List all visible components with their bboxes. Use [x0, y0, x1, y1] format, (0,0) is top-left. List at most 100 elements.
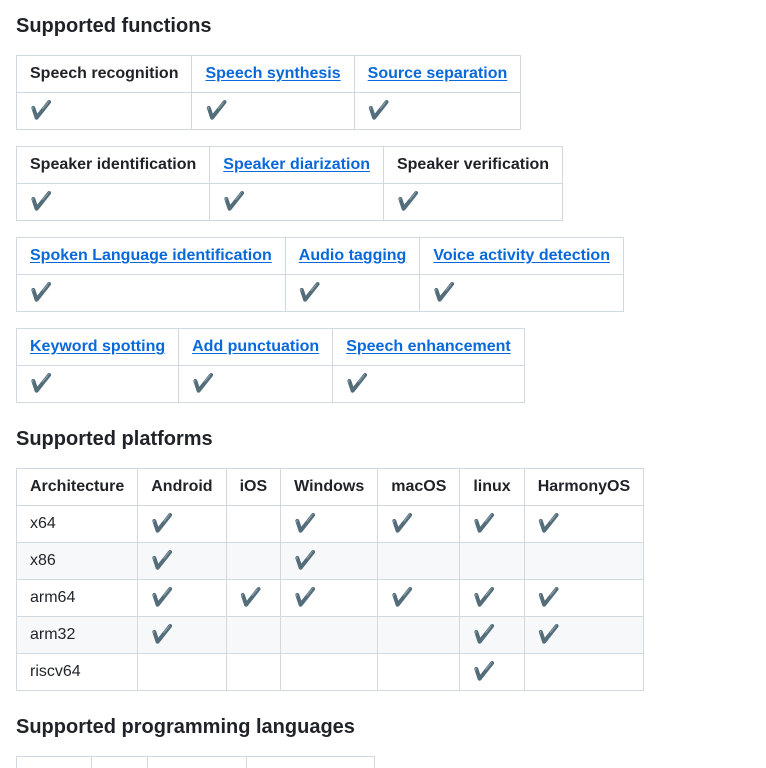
checkmark-icon: ✔️	[537, 623, 561, 645]
support-cell: ✔️	[459, 616, 525, 654]
support-cell	[459, 542, 525, 580]
checkmark-icon: ✔️	[239, 586, 262, 608]
support-cell: ✔️	[377, 579, 461, 617]
support-cell: ✔️	[280, 542, 379, 580]
functions-header-row: Speech recognition Speech synthesis Source…	[15, 55, 522, 93]
link-voice-activity-detection[interactable]: Voice activity detection	[433, 247, 610, 264]
architecture-cell: arm64	[15, 579, 139, 617]
table-row: x86 ✔️ ✔️	[15, 542, 645, 580]
platform-header-windows: Windows	[280, 468, 379, 506]
checkmark-icon: ✔️	[396, 190, 420, 212]
languages-table-divider	[91, 757, 92, 768]
platform-header-ios: iOS	[225, 468, 282, 506]
platform-header-android: Android	[137, 468, 227, 506]
functions-support-row: ✔️ ✔️ ✔️	[15, 183, 564, 221]
support-cell: ✔️	[209, 183, 384, 221]
platforms-header-row: Architecture Android iOS Windows macOS linux H…	[15, 468, 645, 506]
checkmark-icon: ✔️	[346, 372, 369, 394]
support-cell: ✔️	[15, 92, 193, 130]
functions-support-row: ✔️ ✔️ ✔️	[16, 274, 624, 312]
checkmark-icon: ✔️	[473, 660, 496, 682]
support-cell: ✔️	[15, 365, 180, 403]
function-header-voice-activity-detection[interactable]: Voice activity detection	[419, 237, 624, 275]
checkmark-icon: ✔️	[473, 512, 496, 534]
function-header-speaker-diarization[interactable]: Speaker diarization	[209, 146, 384, 184]
checkmark-icon: ✔️	[151, 623, 174, 645]
support-cell: ✔️	[284, 274, 421, 312]
table-row: riscv64 ✔️	[15, 653, 645, 691]
checkmark-icon: ✔️	[151, 586, 174, 608]
support-cell: ✔️	[523, 616, 645, 654]
link-speech-synthesis[interactable]: Speech synthesis	[205, 65, 340, 82]
functions-table-4: Keyword spotting Add punctuation Speech en…	[15, 328, 525, 403]
heading-supported-languages: Supported programming languages	[16, 716, 355, 738]
link-add-punctuation[interactable]: Add punctuation	[192, 338, 319, 355]
function-header-speech-enhancement[interactable]: Speech enhancement	[332, 328, 525, 366]
support-cell	[225, 505, 282, 543]
function-header-keyword-spotting[interactable]: Keyword spotting	[15, 328, 180, 366]
functions-header-row: Spoken Language identification Audio tagg…	[16, 237, 624, 275]
checkmark-icon: ✔️	[223, 190, 246, 212]
architecture-cell: riscv64	[15, 653, 139, 691]
function-header-source-separation[interactable]: Source separation	[353, 55, 522, 93]
support-cell	[280, 616, 379, 654]
support-cell	[280, 653, 379, 691]
table-row: arm32 ✔️ ✔️ ✔️	[15, 616, 645, 654]
support-cell: ✔️	[16, 274, 286, 312]
support-cell: ✔️	[225, 579, 282, 617]
architecture-cell: arm32	[15, 616, 139, 654]
function-header-speech-recognition: Speech recognition	[15, 55, 193, 93]
checkmark-icon: ✔️	[30, 372, 53, 394]
link-speaker-diarization[interactable]: Speaker diarization	[223, 156, 370, 173]
checkmark-icon: ✔️	[30, 99, 53, 121]
function-header-add-punctuation[interactable]: Add punctuation	[178, 328, 334, 366]
checkmark-icon: ✔️	[192, 372, 215, 394]
link-keyword-spotting[interactable]: Keyword spotting	[30, 338, 165, 355]
checkmark-icon: ✔️	[205, 99, 228, 121]
heading-supported-platforms: Supported platforms	[16, 428, 213, 450]
platform-header-linux: linux	[459, 468, 525, 506]
function-header-speech-synthesis[interactable]: Speech synthesis	[191, 55, 355, 93]
languages-table-top	[16, 756, 375, 768]
readme-page: Supported functions Speech recognition Sp…	[0, 0, 766, 768]
function-header-audio-tagging[interactable]: Audio tagging	[284, 237, 421, 275]
checkmark-icon: ✔️	[294, 512, 317, 534]
support-cell: ✔️	[459, 653, 525, 691]
functions-support-row: ✔️ ✔️ ✔️	[15, 365, 525, 403]
functions-header-row: Speaker identification Speaker diarizatio…	[15, 146, 564, 184]
checkmark-icon: ✔️	[294, 549, 317, 571]
support-cell: ✔️	[523, 579, 645, 617]
languages-table-divider	[246, 757, 247, 768]
checkmark-icon: ✔️	[537, 586, 561, 608]
function-header-speaker-verification: Speaker verification	[382, 146, 564, 184]
support-cell: ✔️	[137, 616, 227, 654]
functions-support-row: ✔️ ✔️ ✔️	[15, 92, 522, 130]
architecture-cell: x64	[15, 505, 139, 543]
checkmark-icon: ✔️	[537, 512, 561, 534]
support-cell: ✔️	[459, 505, 525, 543]
checkmark-icon: ✔️	[298, 281, 322, 303]
support-cell: ✔️	[15, 183, 211, 221]
link-audio-tagging[interactable]: Audio tagging	[299, 247, 407, 264]
checkmark-icon: ✔️	[473, 586, 496, 608]
function-header-speaker-identification: Speaker identification	[15, 146, 211, 184]
checkmark-icon: ✔️	[433, 281, 456, 303]
platforms-body: x64 ✔️ ✔️ ✔️ ✔️ ✔️ x86 ✔️ ✔️ arm64 ✔️ ✔️ ✔️ ✔️ ✔️ ✔️ arm…	[15, 505, 645, 691]
checkmark-icon: ✔️	[151, 512, 174, 534]
support-cell: ✔️	[523, 505, 645, 543]
link-speech-enhancement[interactable]: Speech enhancement	[346, 338, 511, 355]
table-row: arm64 ✔️ ✔️ ✔️ ✔️ ✔️ ✔️	[15, 579, 645, 617]
checkmark-icon: ✔️	[391, 586, 414, 608]
checkmark-icon: ✔️	[30, 281, 53, 303]
support-cell: ✔️	[377, 505, 461, 543]
support-cell	[225, 616, 282, 654]
link-spoken-language-identification[interactable]: Spoken Language identification	[30, 247, 272, 264]
support-cell: ✔️	[137, 579, 227, 617]
function-header-spoken-language-identification[interactable]: Spoken Language identification	[16, 237, 286, 275]
checkmark-icon: ✔️	[151, 549, 174, 571]
support-cell	[377, 653, 461, 691]
table-row: x64 ✔️ ✔️ ✔️ ✔️ ✔️	[15, 505, 645, 543]
link-source-separation[interactable]: Source separation	[368, 65, 508, 82]
support-cell: ✔️	[137, 542, 227, 580]
architecture-cell: x86	[15, 542, 139, 580]
